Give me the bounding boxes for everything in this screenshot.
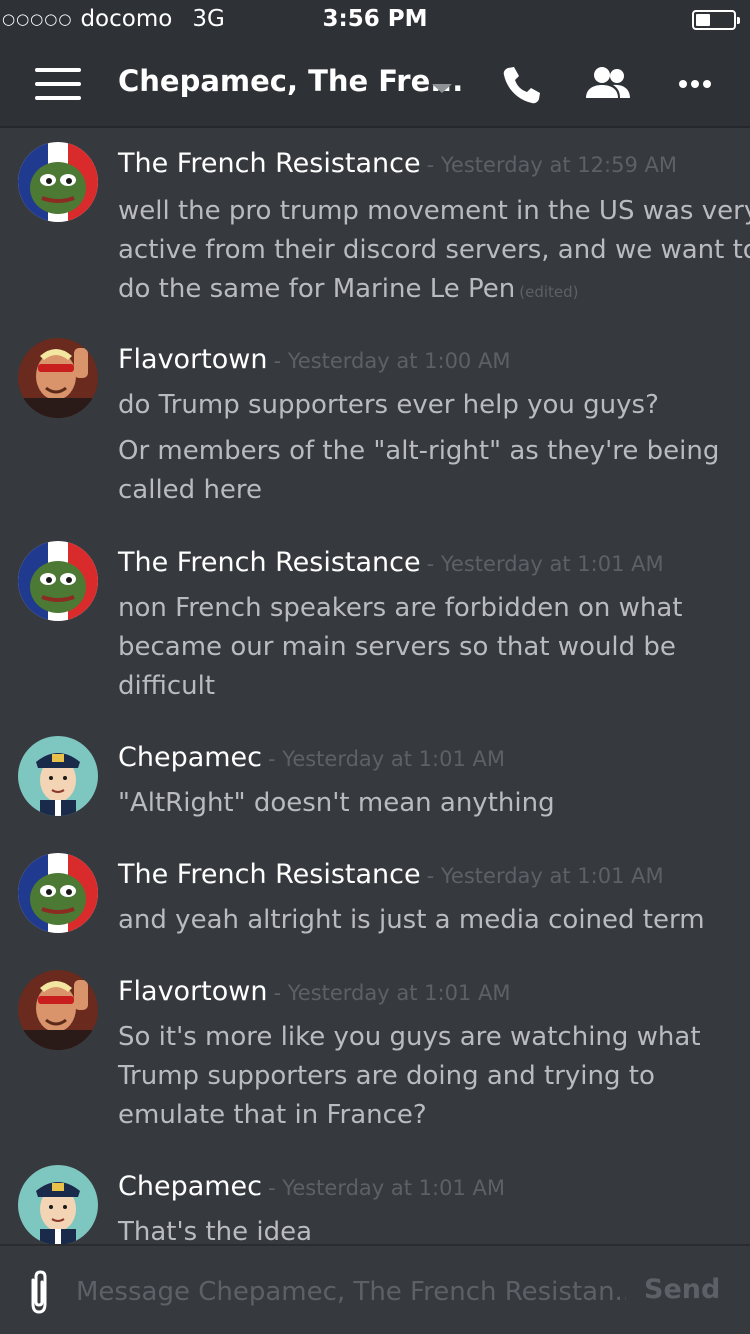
nav-bar: Chepamec, The Fre... [0, 40, 750, 128]
battery-icon [692, 10, 740, 30]
message-text: called here [118, 475, 263, 505]
author-name[interactable]: Chepamec [118, 1171, 262, 1202]
timestamp: - Yesterday at 1:01 AM [426, 864, 664, 888]
message-text: non French speakers are forbidden on wha… [118, 593, 683, 623]
send-button[interactable]: Send [644, 1274, 720, 1305]
pepe-avatar[interactable] [18, 853, 98, 933]
message-text: became our main servers so that would be [118, 632, 676, 662]
timestamp: - Yesterday at 1:01 AM [268, 1176, 505, 1200]
author-name[interactable]: Flavortown [118, 976, 267, 1007]
timestamp: - Yesterday at 1:01 AM [273, 981, 511, 1005]
message-header: Chepamec - Yesterday at 1:01 AM [118, 1171, 505, 1202]
message-text-line: do the same for Marine Le Pen (edited) [118, 274, 579, 304]
status-time: 3:56 PM [322, 6, 428, 32]
message: The French Resistance - Yesterday at 12:5… [0, 130, 750, 320]
message-text: Or members of the "alt-right" as they're… [118, 436, 720, 466]
message-header: Flavortown - Yesterday at 1:01 AM [118, 976, 510, 1007]
message-text: Trump supporters are doing and trying to [118, 1061, 655, 1091]
author-name[interactable]: Chepamec [118, 742, 262, 773]
attachment-icon[interactable] [24, 1268, 54, 1316]
message-input[interactable] [76, 1270, 626, 1314]
message-text: and yeah altright is just a media coined… [118, 905, 705, 935]
message-text: "AltRight" doesn't mean anything [118, 788, 555, 818]
pepe-avatar[interactable] [18, 142, 98, 222]
flavortown-avatar[interactable] [18, 338, 98, 418]
message-text: difficult [118, 671, 216, 701]
message: Chepamec - Yesterday at 1:01 AM "AltRight… [0, 724, 750, 834]
chevron-down-icon[interactable] [432, 84, 452, 93]
pepe-avatar[interactable] [18, 541, 98, 621]
message-text: So it's more like you guys are watching … [118, 1022, 701, 1052]
message: The French Resistance - Yesterday at 1:01… [0, 529, 750, 719]
timestamp: - Yesterday at 12:59 AM [426, 153, 677, 177]
timestamp: - Yesterday at 1:01 AM [268, 747, 505, 771]
top-bar: ○○○○○ docomo 3G 3:56 PM Chepamec, The Fr… [0, 0, 750, 128]
captain-avatar[interactable] [18, 736, 98, 816]
message-header: Chepamec - Yesterday at 1:01 AM [118, 742, 505, 773]
message-header: The French Resistance - Yesterday at 1:01… [118, 859, 664, 890]
edited-label: (edited) [519, 283, 579, 301]
message-text: emulate that in France? [118, 1100, 427, 1130]
message-text: That's the idea [118, 1217, 313, 1244]
message-text: active from their discord servers, and w… [118, 235, 750, 265]
message-text: do the same for Marine Le Pen [118, 274, 516, 304]
composer-bar: Send [0, 1244, 750, 1334]
members-icon[interactable] [583, 62, 630, 108]
message-list[interactable]: The French Resistance - Yesterday at 12:5… [0, 130, 750, 1244]
message-header: Flavortown - Yesterday at 1:00 AM [118, 344, 510, 375]
author-name[interactable]: Flavortown [118, 344, 267, 375]
author-name[interactable]: The French Resistance [118, 547, 421, 578]
author-name[interactable]: The French Resistance [118, 148, 421, 179]
menu-icon[interactable] [35, 66, 81, 102]
timestamp: - Yesterday at 1:00 AM [273, 349, 511, 373]
timestamp: - Yesterday at 1:01 AM [426, 552, 664, 576]
author-name[interactable]: The French Resistance [118, 859, 421, 890]
message-header: The French Resistance - Yesterday at 1:01… [118, 547, 664, 578]
message-text: do Trump supporters ever help you guys? [118, 390, 659, 420]
message: Chepamec - Yesterday at 1:01 AM That's th… [0, 1153, 750, 1244]
channel-title[interactable]: Chepamec, The Fre... [118, 64, 463, 98]
status-bar: ○○○○○ docomo 3G 3:56 PM [0, 0, 750, 40]
captain-avatar[interactable] [18, 1165, 98, 1244]
flavortown-avatar[interactable] [18, 970, 98, 1050]
more-icon[interactable] [674, 62, 720, 108]
message-header: The French Resistance - Yesterday at 12:5… [118, 148, 677, 179]
message: The French Resistance - Yesterday at 1:01… [0, 841, 750, 951]
phone-icon[interactable] [498, 62, 544, 108]
message: Flavortown - Yesterday at 1:00 AM do Trum… [0, 326, 750, 521]
message-text: well the pro trump movement in the US wa… [118, 196, 750, 226]
message: Flavortown - Yesterday at 1:01 AM So it's… [0, 958, 750, 1148]
